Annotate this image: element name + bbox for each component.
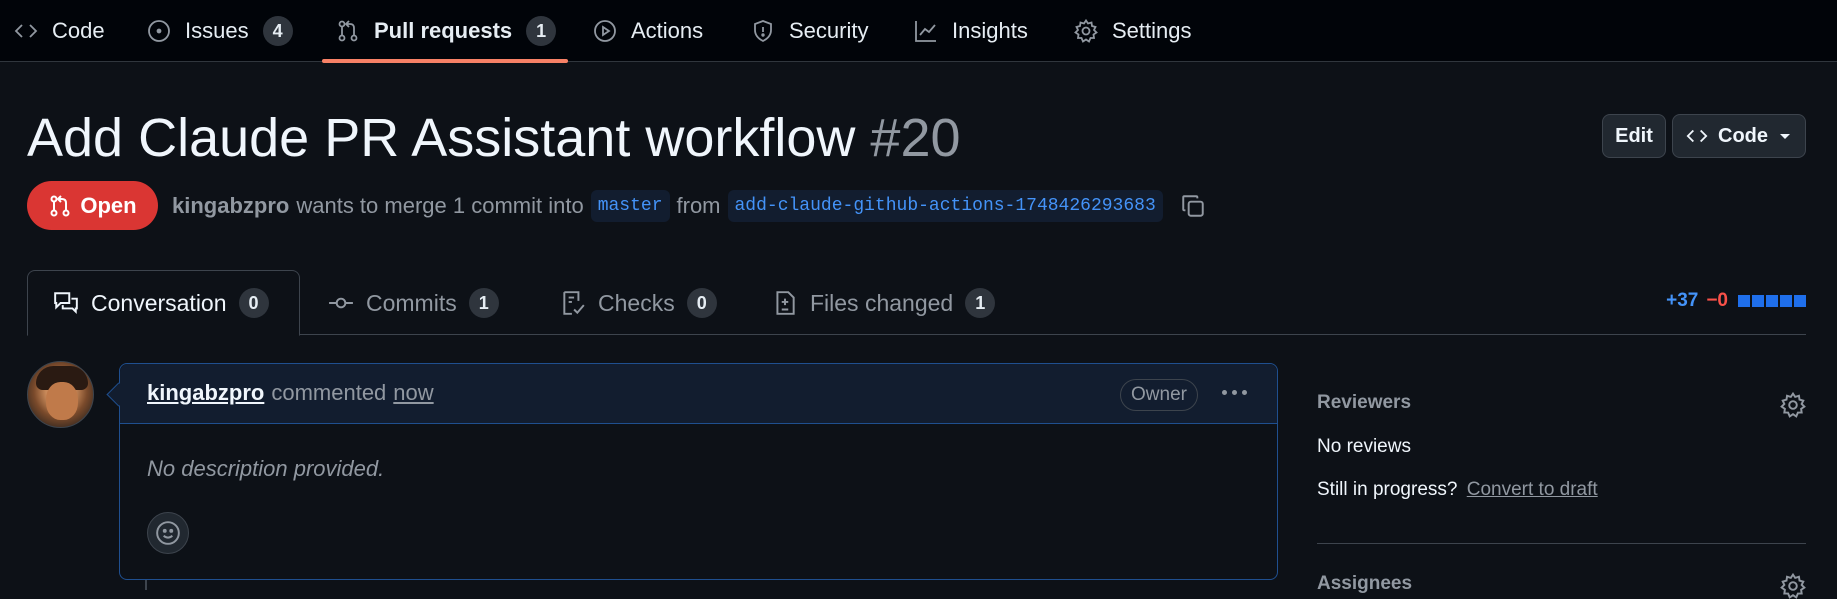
kebab-dot — [1222, 390, 1227, 395]
merge-text: wants to merge 1 commit into — [296, 193, 584, 218]
tab-security[interactable]: Security — [737, 0, 882, 62]
diffstat-block — [1766, 295, 1778, 307]
pull-requests-counter: 1 — [526, 16, 557, 46]
divider — [1317, 543, 1806, 544]
gear-icon[interactable] — [1780, 573, 1806, 599]
author-link[interactable]: kingabzpro — [172, 193, 289, 219]
tab-label: Insights — [952, 18, 1028, 43]
tab-pull-requests[interactable]: Pull requests 1 — [322, 0, 568, 63]
tab-checks[interactable]: Checks 0 — [535, 270, 742, 336]
gear-icon — [1074, 19, 1098, 43]
shield-icon — [751, 19, 775, 43]
tab-files-changed[interactable]: Files changed 1 — [747, 270, 1020, 336]
convert-to-draft-link[interactable]: Convert to draft — [1467, 479, 1598, 500]
tab-label: Conversation — [91, 289, 227, 316]
status-badge: Open — [27, 181, 158, 230]
repo-nav: Code Issues 4 Pull requests 1 Actions Se… — [0, 0, 1837, 63]
tab-label: Actions — [631, 18, 704, 43]
tab-label: Files changed — [810, 289, 954, 316]
comment-action: commented — [271, 380, 387, 405]
timeline-line — [145, 580, 147, 590]
tab-label: Code — [52, 18, 105, 43]
issue-icon — [147, 19, 171, 43]
pr-title-text: Add Claude PR Assistant workflow — [27, 108, 856, 168]
draft-prompt: Still in progress? Convert to draft — [1317, 479, 1598, 501]
comment-timestamp[interactable]: now — [393, 380, 433, 406]
tab-code[interactable]: Code — [0, 0, 119, 62]
tab-counter: 0 — [238, 288, 269, 318]
diffstat-block — [1780, 295, 1792, 307]
tab-settings[interactable]: Settings — [1060, 0, 1206, 62]
status-label: Open — [80, 192, 137, 218]
smiley-icon — [155, 520, 181, 546]
tab-conversation[interactable]: Conversation 0 — [27, 270, 300, 336]
diffstat-block — [1752, 295, 1764, 307]
kebab-menu-button[interactable] — [1222, 390, 1247, 395]
tab-actions[interactable]: Actions — [579, 0, 717, 62]
code-button-label: Code — [1718, 124, 1768, 147]
diffstat-blocks — [1738, 295, 1806, 307]
add-reaction-button[interactable] — [147, 512, 189, 554]
triangle-down-icon — [1778, 129, 1792, 143]
tab-label: Commits — [366, 289, 457, 316]
head-branch[interactable]: add-claude-github-actions-1748426293683 — [727, 190, 1163, 222]
copy-icon[interactable] — [1180, 193, 1206, 219]
diffstat-block — [1738, 295, 1750, 307]
checklist-icon — [560, 290, 586, 316]
tab-counter: 1 — [965, 288, 996, 318]
tab-insights[interactable]: Insights — [900, 0, 1042, 62]
comment-author-link[interactable]: kingabzpro — [147, 380, 264, 406]
diffstat: +37 −0 — [1666, 290, 1806, 312]
base-branch[interactable]: master — [590, 190, 670, 222]
tab-label: Security — [789, 18, 869, 43]
assignees-heading[interactable]: Assignees — [1317, 573, 1412, 595]
tab-label: Checks — [598, 289, 675, 316]
tab-commits[interactable]: Commits 1 — [303, 270, 524, 336]
owner-label: Owner — [1120, 379, 1198, 411]
page-title: Add Claude PR Assistant workflow #20 — [27, 108, 961, 168]
comment-discussion-icon — [53, 290, 79, 316]
reviewers-heading[interactable]: Reviewers — [1317, 392, 1411, 414]
code-icon — [14, 19, 38, 43]
tab-label: Issues — [185, 18, 249, 43]
issues-counter: 4 — [262, 16, 293, 46]
diffstat-block — [1794, 295, 1806, 307]
code-button[interactable]: Code — [1672, 114, 1806, 158]
gear-icon[interactable] — [1780, 392, 1806, 418]
reviewers-value: No reviews — [1317, 436, 1411, 457]
code-icon — [1686, 125, 1708, 147]
pull-request-icon — [336, 19, 360, 43]
progress-text: Still in progress? — [1317, 479, 1458, 500]
avatar-face — [46, 382, 78, 420]
pr-tabs: Conversation 0 Commits 1 Checks 0 Files … — [27, 270, 1806, 336]
pr-meta: kingabzpro wants to merge 1 commit into … — [172, 187, 1206, 225]
pull-request-icon — [48, 194, 72, 218]
avatar[interactable] — [27, 361, 94, 428]
graph-icon — [914, 19, 938, 43]
tab-issues[interactable]: Issues 4 — [133, 0, 307, 62]
play-icon — [593, 19, 617, 43]
commit-icon — [328, 290, 354, 316]
from-text: from — [676, 193, 721, 218]
tab-label: Settings — [1112, 18, 1192, 43]
diffstat-additions: +37 — [1666, 290, 1699, 311]
tab-counter: 0 — [686, 288, 717, 318]
pr-number: #20 — [870, 108, 961, 168]
kebab-dot — [1232, 390, 1237, 395]
comment-body: No description provided. — [147, 456, 385, 481]
comment-header: kingabzpro commented now Owner — [120, 364, 1277, 424]
comment-box: kingabzpro commented now Owner No descri… — [119, 363, 1278, 580]
tab-label: Pull requests — [374, 18, 513, 43]
file-diff-icon — [772, 290, 798, 316]
diffstat-deletions: −0 — [1706, 290, 1728, 311]
comment-meta: kingabzpro commented now — [147, 380, 434, 406]
tab-counter: 1 — [468, 288, 499, 318]
edit-button[interactable]: Edit — [1602, 114, 1666, 158]
kebab-dot — [1242, 390, 1247, 395]
